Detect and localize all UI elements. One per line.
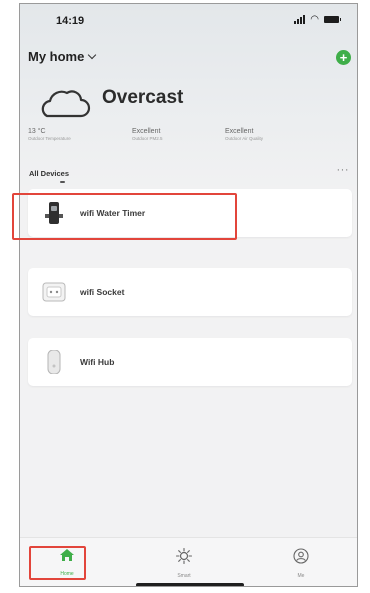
socket-icon [42, 282, 66, 302]
more-options-button[interactable]: ··· [337, 164, 350, 176]
smart-icon [175, 547, 193, 565]
home-icon [60, 549, 74, 561]
weather-condition: Overcast [102, 87, 184, 108]
battery-icon [324, 16, 341, 23]
stat-temperature: 13 °C Outdoor Temperature [28, 128, 71, 141]
signal-icon [294, 15, 306, 24]
device-card-socket[interactable]: wifi Socket [28, 268, 352, 316]
status-bar: 14:19 ◠ [20, 4, 357, 34]
stat-value: Excellent [132, 128, 161, 135]
status-icons: ◠ [294, 14, 341, 25]
tab-label: Me [297, 573, 305, 579]
stat-label: Outdoor Temperature [28, 136, 71, 141]
tab-home[interactable]: Home [47, 548, 87, 577]
stat-label: Outdoor Air Quality [225, 136, 264, 141]
home-selector[interactable]: My home [28, 49, 97, 64]
tab-me[interactable]: Me [281, 548, 321, 579]
wifi-icon: ◠ [310, 14, 319, 25]
stat-value: Excellent [225, 128, 254, 135]
add-device-button[interactable]: + [336, 50, 351, 65]
device-card-hub[interactable]: Wifi Hub [28, 338, 352, 386]
device-name: wifi Socket [80, 287, 125, 297]
water-timer-icon [45, 202, 63, 224]
tab-underline [60, 181, 65, 183]
status-time: 14:19 [56, 15, 85, 27]
home-title: My home [28, 49, 85, 64]
tab-label: Smart [177, 573, 191, 579]
device-name: Wifi Hub [80, 357, 115, 367]
stat-air-quality: Excellent Outdoor Air Quality [225, 128, 263, 141]
home-indicator [136, 583, 244, 586]
chevron-down-icon [88, 50, 97, 59]
me-icon [293, 548, 309, 564]
phone-screen: 14:19 ◠ My home + Overcast 13 °C Outdoor… [19, 3, 358, 587]
stat-value: 13 °C [28, 128, 46, 135]
tab-smart[interactable]: Smart [164, 547, 204, 579]
stat-pm25: Excellent Outdoor PM2.5 [132, 128, 163, 141]
device-name: wifi Water Timer [80, 208, 146, 218]
cloud-icon [41, 90, 91, 118]
tab-label: Home [60, 571, 74, 577]
device-card-water-timer[interactable]: wifi Water Timer [28, 189, 352, 237]
bottom-tab-bar: Home Smart Me [20, 537, 357, 586]
stat-label: Outdoor PM2.5 [132, 136, 163, 141]
hub-icon [47, 350, 61, 374]
tab-all-devices[interactable]: All Devices [29, 169, 69, 178]
